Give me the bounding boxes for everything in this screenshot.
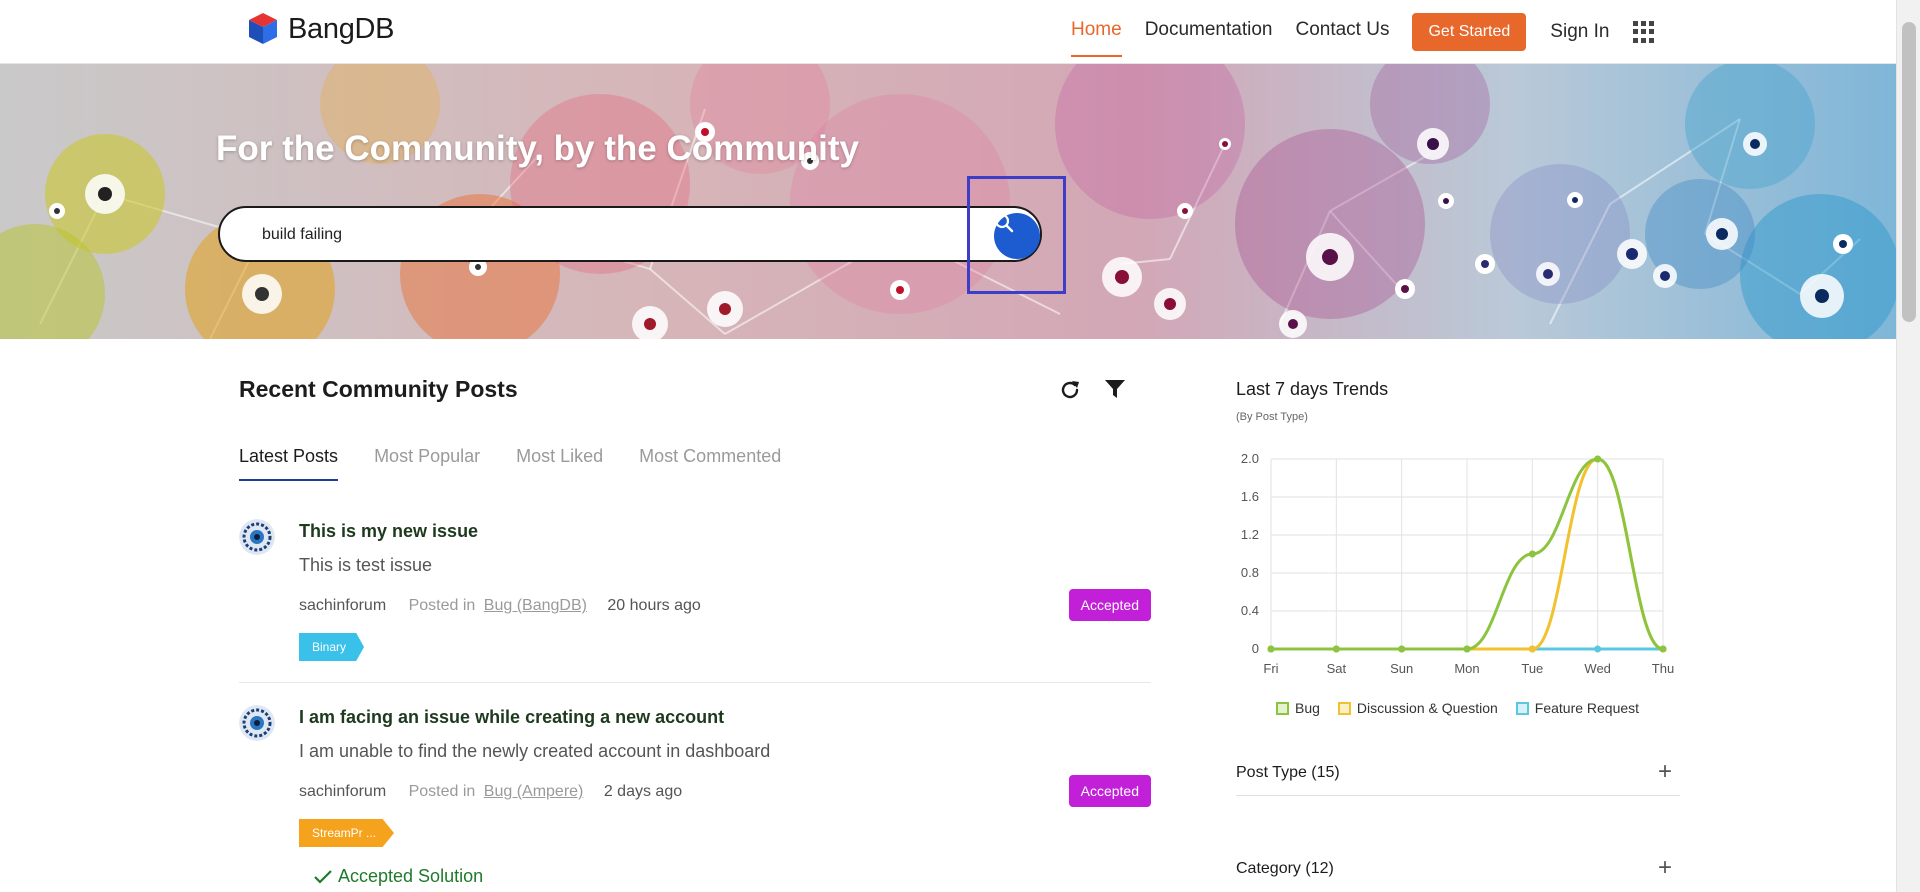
post-item: This is my new issue This is test issue … xyxy=(239,519,1151,661)
trend-chart: 0 0.4 0.8 1.2 1.6 2.0 Fri Sat Sun Mon Tue Wed Thu xyxy=(1241,451,1674,676)
posted-in-label: Posted in xyxy=(408,597,476,614)
post-author[interactable]: sachinforum xyxy=(299,597,386,614)
legend-label: Feature Request xyxy=(1534,700,1640,716)
brand-logo[interactable]: BangDB xyxy=(244,10,395,48)
y-tick-label: 2.0 xyxy=(1241,451,1259,466)
search-button-highlight xyxy=(967,176,1066,294)
posts-tabs: Latest Posts Most Popular Most Liked Mos… xyxy=(239,446,817,481)
x-tick-label: Sun xyxy=(1390,661,1413,676)
top-navbar: BangDB Home Documentation Contact Us Get… xyxy=(0,0,1896,64)
trends-title: Last 7 days Trends xyxy=(1236,379,1389,399)
status-badge: Accepted xyxy=(1068,775,1151,807)
accordion-post-type[interactable]: Post Type (15) + xyxy=(1236,756,1680,796)
status-badge: Accepted xyxy=(1068,589,1151,621)
post-tag[interactable]: Binary xyxy=(299,633,365,661)
y-tick-label: 0 xyxy=(1252,641,1259,656)
post-divider xyxy=(239,682,1151,683)
y-tick-label: 0.4 xyxy=(1241,603,1259,618)
bangdb-logo-icon xyxy=(249,13,277,44)
data-point xyxy=(1594,645,1602,653)
data-point xyxy=(1528,645,1536,653)
plus-icon[interactable]: + xyxy=(1658,854,1672,882)
main-nav: Home Documentation Contact Us Get Starte… xyxy=(1071,0,1655,64)
nav-contact-us[interactable]: Contact Us xyxy=(1295,0,1389,64)
data-point xyxy=(1267,645,1275,653)
trends-subtitle: (By Post Type) xyxy=(1236,411,1308,423)
legend-swatch xyxy=(1515,701,1529,715)
data-point xyxy=(1594,455,1602,463)
post-item: I am facing an issue while creating a ne… xyxy=(239,705,1151,847)
data-point xyxy=(1332,645,1340,653)
post-category-link[interactable]: Bug (BangDB) xyxy=(484,597,587,614)
legend-item-feature-request[interactable]: Feature Request xyxy=(1515,700,1640,716)
legend-label: Bug xyxy=(1295,700,1320,716)
data-point xyxy=(1463,645,1471,653)
post-time: 20 hours ago xyxy=(607,597,701,614)
post-title[interactable]: This is my new issue xyxy=(299,521,478,542)
tab-latest-posts[interactable]: Latest Posts xyxy=(239,446,339,481)
accordion-label: Category (12) xyxy=(1236,860,1334,877)
posted-in-label: Posted in xyxy=(408,783,476,800)
x-tick-label: Fri xyxy=(1263,661,1278,676)
x-tick-label: Tue xyxy=(1521,661,1543,676)
accepted-solution[interactable]: Accepted Solution xyxy=(314,866,483,887)
y-tick-label: 1.6 xyxy=(1241,489,1259,504)
legend-swatch xyxy=(1276,701,1289,715)
brand-name: BangDB xyxy=(288,12,395,45)
tab-most-commented[interactable]: Most Commented xyxy=(639,446,781,481)
accordion-label: Post Type (15) xyxy=(1236,764,1340,781)
plus-icon[interactable]: + xyxy=(1658,758,1672,786)
hero-title: For the Community, by the Community xyxy=(216,129,859,168)
x-tick-label: Mon xyxy=(1454,661,1479,676)
data-point xyxy=(1528,550,1536,558)
avatar[interactable] xyxy=(239,519,275,555)
apps-grid-icon[interactable] xyxy=(1633,21,1655,43)
post-body: This is test issue xyxy=(299,555,433,575)
section-title: Recent Community Posts xyxy=(239,376,518,402)
x-tick-label: Wed xyxy=(1584,661,1611,676)
post-meta: sachinforum Posted in Bug (BangDB) 20 ho… xyxy=(299,597,701,615)
post-author[interactable]: sachinforum xyxy=(299,783,386,800)
legend-item-discussion[interactable]: Discussion & Question xyxy=(1337,700,1498,716)
nav-documentation[interactable]: Documentation xyxy=(1145,0,1273,64)
y-tick-label: 0.8 xyxy=(1241,565,1259,580)
legend-label: Discussion & Question xyxy=(1356,700,1498,716)
chart-legend: Bug Discussion & Question Feature Reques… xyxy=(1276,700,1639,716)
accepted-solution-label: Accepted Solution xyxy=(338,866,484,886)
network-background-art xyxy=(0,64,1896,339)
search-input[interactable] xyxy=(262,222,962,248)
nav-home[interactable]: Home xyxy=(1071,0,1122,64)
y-tick-label: 1.2 xyxy=(1241,527,1259,542)
hero-banner: For the Community, by the Community xyxy=(0,64,1896,339)
checkmark-icon xyxy=(314,869,332,884)
page-scrollbar[interactable] xyxy=(1896,0,1920,892)
post-category-link[interactable]: Bug (Ampere) xyxy=(484,783,584,800)
accordion-category[interactable]: Category (12) + xyxy=(1236,852,1680,892)
tab-most-liked[interactable]: Most Liked xyxy=(516,446,603,481)
search-bar xyxy=(218,206,1042,262)
legend-swatch xyxy=(1337,701,1351,715)
refresh-icon[interactable] xyxy=(1058,378,1082,402)
data-point xyxy=(1398,645,1406,653)
tab-most-popular[interactable]: Most Popular xyxy=(374,446,480,481)
legend-item-bug[interactable]: Bug xyxy=(1276,700,1320,716)
filter-icon[interactable] xyxy=(1104,378,1126,400)
avatar[interactable] xyxy=(239,705,275,741)
post-tag[interactable]: StreamPr ... xyxy=(299,819,395,847)
sign-in-link[interactable]: Sign In xyxy=(1550,21,1609,43)
post-title[interactable]: I am facing an issue while creating a ne… xyxy=(299,707,724,728)
post-body: I am unable to find the newly created ac… xyxy=(299,741,771,761)
data-point xyxy=(1659,645,1667,653)
post-time: 2 days ago xyxy=(603,783,683,800)
post-meta: sachinforum Posted in Bug (Ampere) 2 day… xyxy=(299,783,682,801)
x-tick-label: Sat xyxy=(1327,661,1347,676)
scrollbar-thumb[interactable] xyxy=(1902,22,1916,322)
x-tick-label: Thu xyxy=(1652,661,1674,676)
get-started-button[interactable]: Get Started xyxy=(1412,13,1527,51)
